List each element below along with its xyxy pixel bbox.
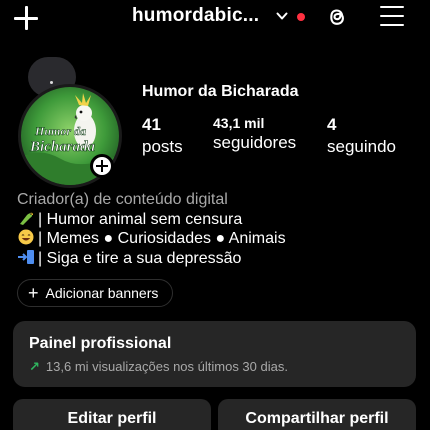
bio-line-text: | Humor animal sem censura (38, 210, 243, 228)
share-profile-button[interactable]: Compartilhar perfil (218, 399, 416, 430)
followers-count: 43,1 mil (213, 115, 265, 131)
plus-icon: + (28, 283, 39, 303)
add-story-button[interactable] (90, 154, 114, 178)
hamburger-menu-icon[interactable] (380, 5, 404, 27)
followers-stat[interactable]: 43,1 mil seguidores (213, 115, 296, 153)
bio-line-text: | Memes ● Curiosidades ● Animais (38, 230, 286, 247)
followers-label: seguidores (213, 133, 297, 152)
chevron-down-icon[interactable] (276, 10, 288, 22)
bio-line: | Siga e tire a sua depressão (17, 249, 286, 269)
bio-line-text: | Siga e tire a sua depressão (38, 249, 242, 267)
posts-label: posts (142, 137, 183, 156)
views-summary-text: 13,6 mi visualizações nos últimos 30 dia… (45, 359, 288, 374)
trend-up-arrow-icon: ↗ (29, 359, 40, 374)
top-bar: humordabic... (0, 0, 430, 40)
posts-stat[interactable]: 41 posts (142, 115, 183, 157)
account-username[interactable]: humordabic... (132, 5, 259, 27)
notification-dot (297, 13, 305, 21)
add-banners-label: Adicionar banners (45, 285, 159, 301)
profile-category: Criador(a) de conteúdo digital (17, 191, 228, 208)
posts-count: 41 (142, 115, 161, 134)
following-label: seguindo (327, 137, 397, 156)
profile-bio: Criador(a) de conteúdo digital | Humor a… (17, 190, 286, 268)
professional-dashboard-card[interactable]: Painel profissional ↗ 13,6 mi visualizaçõ… (13, 321, 416, 387)
bio-line: | Memes ● Curiosidades ● Animais (17, 229, 286, 249)
edit-profile-button[interactable]: Editar perfil (13, 399, 211, 430)
parrot-emoji-icon (20, 212, 33, 225)
svg-text:Bicharada: Bicharada (29, 139, 96, 155)
door-arrow-emoji-icon (18, 249, 34, 264)
following-stat[interactable]: 4 seguindo (327, 115, 396, 157)
create-plus-icon[interactable] (12, 4, 40, 32)
professional-dashboard-title: Painel profissional (29, 335, 172, 352)
svg-text:Humor da: Humor da (34, 124, 86, 138)
professional-dashboard-subtitle: ↗ 13,6 mi visualizações nos últimos 30 di… (29, 359, 400, 375)
grinning-emoji-icon (18, 229, 34, 245)
profile-full-name: Humor da Bicharada (142, 83, 299, 100)
following-count: 4 (327, 115, 337, 134)
bio-line: | Humor animal sem censura (17, 210, 286, 230)
threads-icon[interactable] (324, 4, 350, 30)
add-banners-button[interactable]: + Adicionar banners (17, 279, 174, 307)
